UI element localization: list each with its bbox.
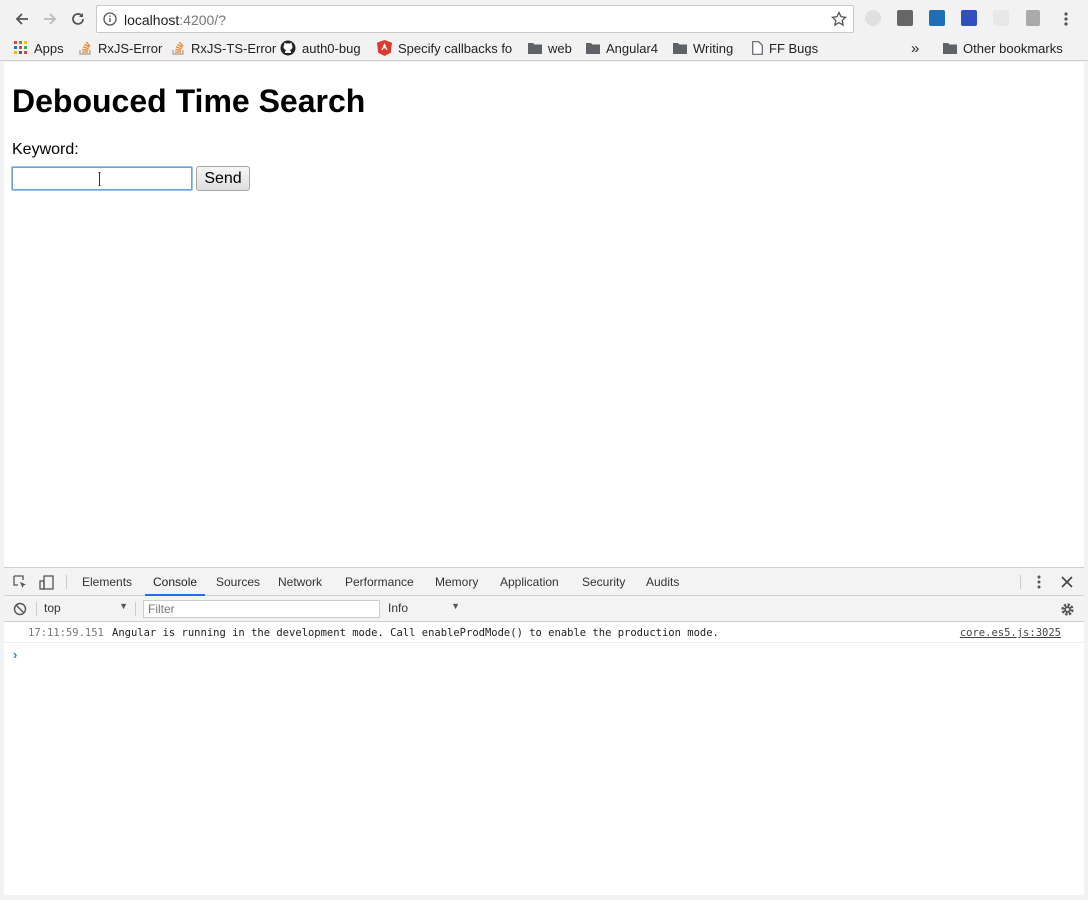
console-prompt[interactable]: › (13, 647, 17, 662)
extension-icon[interactable] (993, 10, 1009, 26)
console-log-row: 17:11:59.151 Angular is running in the d… (4, 623, 1084, 643)
bookmark-label: auth0-bug (302, 40, 361, 56)
bookmark-other[interactable]: Other bookmarks (943, 39, 1063, 57)
browser-menu-button[interactable] (1055, 8, 1077, 30)
toolbar-divider (36, 602, 37, 616)
folder-icon (528, 42, 542, 54)
back-button[interactable] (11, 8, 33, 30)
bookmark-folder-angular4[interactable]: Angular4 (586, 39, 658, 57)
url-host: localhost (124, 12, 180, 28)
context-select[interactable]: top ▼ (44, 601, 128, 617)
reload-button[interactable] (67, 8, 89, 30)
toolbar-divider (135, 602, 136, 616)
bookmark-star-icon[interactable] (830, 10, 848, 32)
log-source-link[interactable]: core.es5.js:3025 (960, 627, 1061, 639)
back-arrow-icon (15, 13, 28, 25)
tab-application[interactable]: Application (500, 568, 559, 596)
angular-shield-icon (377, 40, 392, 56)
folder-icon (943, 42, 957, 54)
folder-icon (586, 42, 600, 54)
extension-icon[interactable] (961, 10, 977, 26)
extension-icon[interactable] (1026, 10, 1040, 26)
devtools-menu-icon[interactable] (1031, 574, 1047, 590)
bookmark-folder-writing[interactable]: Writing (673, 39, 733, 57)
log-message: Angular is running in the development mo… (112, 627, 719, 639)
extension-icon[interactable] (897, 10, 913, 26)
log-level-select[interactable]: Info ▼ (388, 601, 460, 617)
bookmarks-bar: Apps RxJS-Error RxJS-TS-Error auth0-bug … (0, 36, 1088, 61)
bookmark-label: Specify callbacks fo (398, 40, 513, 56)
tab-security[interactable]: Security (582, 568, 625, 596)
keyword-label: Keyword: (12, 141, 79, 158)
page-title: Debouced Time Search (12, 83, 366, 119)
devtools-panel: Elements Console Sources Network Perform… (4, 567, 1084, 895)
bookmark-label: FF Bugs (769, 40, 819, 56)
text-cursor-icon (98, 172, 101, 186)
bookmark-label: web (548, 40, 572, 56)
bookmark-ff-bugs[interactable]: FF Bugs (752, 39, 818, 57)
devtools-tabbar: Elements Console Sources Network Perform… (4, 568, 1084, 596)
device-toolbar-icon[interactable] (38, 574, 54, 590)
tab-elements[interactable]: Elements (82, 568, 132, 596)
page-viewport: Debouced Time Search Keyword: Send (4, 62, 1084, 567)
bookmark-rxjs-error[interactable]: RxJS-Error (79, 39, 162, 57)
apps-grid-icon (14, 41, 28, 55)
tab-performance[interactable]: Performance (345, 568, 414, 596)
forward-arrow-icon (44, 13, 57, 25)
clear-console-icon[interactable] (12, 601, 28, 617)
folder-icon (673, 42, 687, 54)
address-url: localhost:4200/? (124, 12, 226, 28)
bookmark-label: Writing (693, 40, 734, 56)
browser-toolbar: localhost:4200/? (0, 0, 1088, 36)
context-value: top (44, 601, 61, 615)
bookmark-auth0-bug[interactable]: auth0-bug (280, 39, 361, 57)
dropdown-triangle-icon: ▼ (119, 601, 128, 611)
extension-icon[interactable] (865, 10, 881, 26)
bookmark-label: Other bookmarks (963, 40, 1063, 56)
dropdown-triangle-icon: ▼ (451, 601, 460, 611)
bookmark-rxjs-ts-error[interactable]: RxJS-TS-Error (172, 39, 276, 57)
page-icon (752, 41, 763, 55)
stackoverflow-icon (79, 41, 92, 55)
tab-sources[interactable]: Sources (216, 568, 260, 596)
kebab-menu-icon (1064, 12, 1068, 26)
url-path: :4200/? (179, 12, 226, 28)
extension-icon[interactable] (929, 10, 945, 26)
bookmark-label: RxJS-Error (98, 40, 163, 56)
bookmark-folder-web[interactable]: web (528, 39, 572, 57)
github-icon (280, 40, 296, 56)
bookmark-label: Apps (34, 40, 64, 56)
bookmark-specify-callbacks[interactable]: Specify callbacks fo (377, 39, 515, 57)
bookmarks-overflow-button[interactable]: » (911, 39, 919, 57)
bookmark-label: RxJS-TS-Error (191, 40, 277, 56)
reload-icon (72, 13, 84, 25)
log-level-value: Info (388, 601, 409, 615)
stackoverflow-icon (172, 41, 185, 55)
log-timestamp: 17:11:59.151 (28, 627, 104, 639)
tab-console[interactable]: Console (145, 568, 206, 596)
forward-button[interactable] (39, 8, 61, 30)
tab-divider (66, 575, 67, 589)
tab-audits[interactable]: Audits (646, 568, 679, 596)
console-filter-input[interactable]: Filter (143, 600, 380, 618)
bookmark-label: Angular4 (606, 40, 659, 56)
inspect-element-icon[interactable] (12, 574, 28, 590)
console-toolbar: top ▼ Filter Info ▼ (4, 596, 1084, 622)
tab-memory[interactable]: Memory (435, 568, 478, 596)
keyword-input[interactable] (12, 167, 192, 190)
close-devtools-icon[interactable] (1059, 574, 1075, 590)
send-button[interactable]: Send (196, 166, 250, 191)
tab-network[interactable]: Network (278, 568, 322, 596)
tab-divider (1020, 575, 1021, 589)
console-settings-gear-icon[interactable] (1059, 601, 1075, 617)
info-icon[interactable] (103, 12, 117, 31)
address-bar[interactable]: localhost:4200/? (96, 5, 854, 33)
bookmark-apps[interactable]: Apps (14, 39, 64, 57)
